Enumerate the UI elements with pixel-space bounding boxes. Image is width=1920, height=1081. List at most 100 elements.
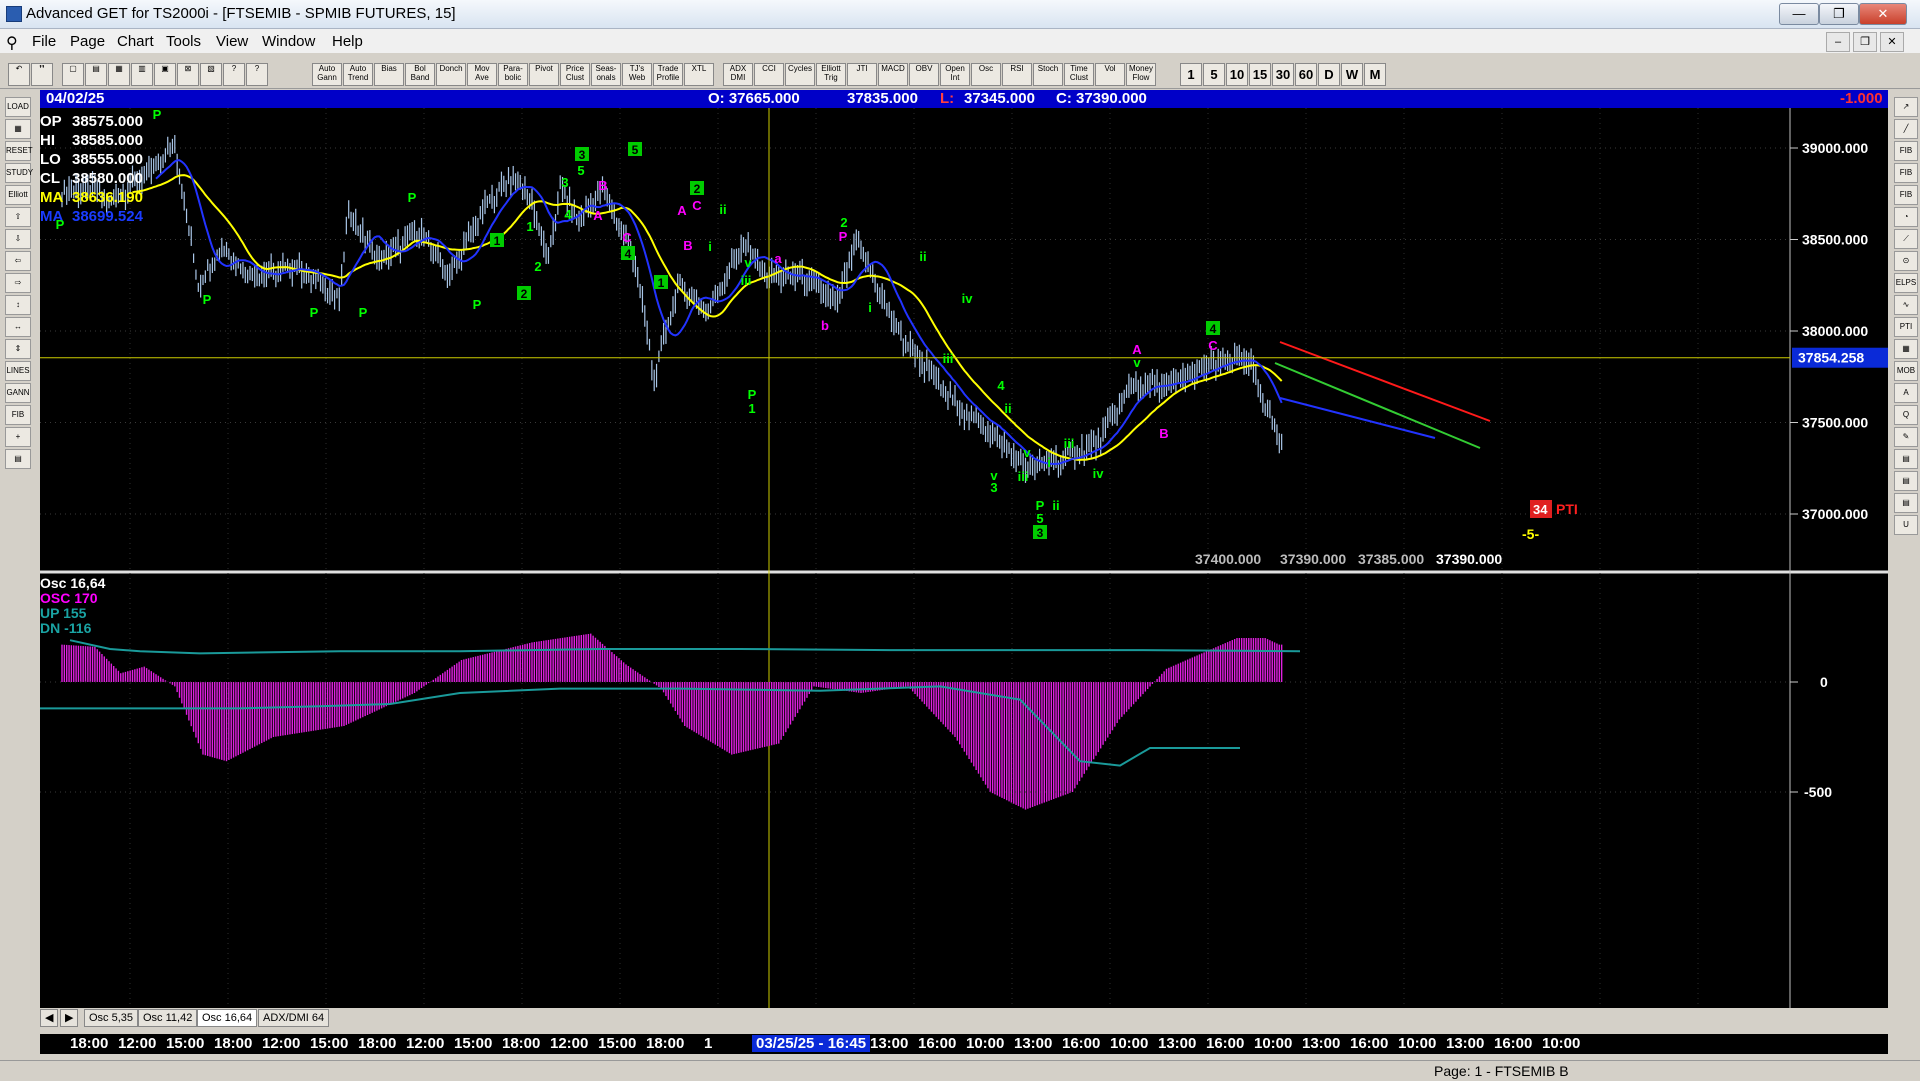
left-tool-2[interactable]: RESET (5, 141, 33, 161)
interval-button-1[interactable]: 1 (1180, 63, 1202, 86)
interval-button-30[interactable]: 30 (1272, 63, 1294, 86)
right-tool-11[interactable]: ▦ (1894, 339, 1918, 359)
right-tool-10[interactable]: PTI (1894, 317, 1918, 337)
study-button-auto-trend[interactable]: Auto Trend (343, 63, 373, 86)
right-tool-9[interactable]: ∿ (1894, 295, 1918, 315)
right-tool-16[interactable]: ▤ (1894, 449, 1918, 469)
right-tool-19[interactable]: U (1894, 515, 1918, 535)
left-tool-5[interactable]: ⇧ (5, 207, 31, 227)
right-tool-2[interactable]: FIB RET (1894, 141, 1918, 173)
left-tool-3[interactable]: STUDY (5, 163, 33, 183)
right-tool-17[interactable]: ▤ (1894, 471, 1918, 491)
study-button-xtl[interactable]: XTL (684, 63, 714, 86)
menu-file[interactable]: File (32, 33, 56, 50)
toolbar-button-1[interactable]: ❜❜ (31, 63, 53, 86)
right-tool-6[interactable]: ⟋ (1894, 229, 1918, 249)
toolbar-button-10[interactable]: ? (246, 63, 268, 86)
toolbar-button-4[interactable]: ▦ (108, 63, 130, 86)
study-button-seas-onals[interactable]: Seas- onals (591, 63, 621, 86)
maximize-button[interactable]: ❐ (1819, 3, 1859, 25)
mdi-minimize-button[interactable]: – (1826, 32, 1850, 52)
tab-scroll-right[interactable]: ▶ (60, 1009, 79, 1027)
tab-osc-5-35[interactable]: Osc 5,35 (84, 1009, 139, 1027)
left-tool-6[interactable]: ⇩ (5, 229, 31, 249)
right-tool-13[interactable]: A (1894, 383, 1918, 403)
chart-canvas[interactable]: 39000.000 38500.000 38000.000 37500.000 3700… (40, 108, 1888, 1008)
study-button-tj-s-web[interactable]: TJ's Web (622, 63, 652, 86)
right-tool-12[interactable]: MOB (1894, 361, 1918, 381)
study-button-rsi[interactable]: RSI (1002, 63, 1032, 86)
toolbar-button-9[interactable]: ? (223, 63, 245, 86)
mdi-close-button[interactable]: ✕ (1880, 32, 1904, 52)
right-tool-7[interactable]: ⊙ (1894, 251, 1918, 271)
study-button-jti[interactable]: JTI (847, 63, 877, 86)
menu-window[interactable]: Window (262, 33, 315, 50)
toolbar-button-6[interactable]: ▣ (154, 63, 176, 86)
menu-tools[interactable]: Tools (166, 33, 201, 50)
interval-button-10[interactable]: 10 (1226, 63, 1248, 86)
study-button-money-flow[interactable]: Money Flow (1126, 63, 1156, 86)
interval-button-d[interactable]: D (1318, 63, 1340, 86)
menu-view[interactable]: View (216, 33, 248, 50)
tab-osc-11-42[interactable]: Osc 11,42 (138, 1009, 198, 1027)
toolbar-button-7[interactable]: ⊠ (177, 63, 199, 86)
menu-page[interactable]: Page (70, 33, 105, 50)
interval-button-60[interactable]: 60 (1295, 63, 1317, 86)
study-button-obv[interactable]: OBV (909, 63, 939, 86)
study-button-para-bolic[interactable]: Para- bolic (498, 63, 528, 86)
left-tool-4[interactable]: Elliott (5, 185, 31, 205)
study-button-time-clust[interactable]: Time Clust (1064, 63, 1094, 86)
left-tool-1[interactable]: ▦ (5, 119, 31, 139)
right-tool-5[interactable]: ◔ (1894, 207, 1918, 227)
left-tool-0[interactable]: LOAD (5, 97, 31, 117)
left-tool-15[interactable]: + (5, 427, 31, 447)
left-tool-14[interactable]: FIB (5, 405, 31, 425)
right-tool-3[interactable]: FIB EXT (1894, 163, 1918, 195)
right-tool-1[interactable]: ╱ (1894, 119, 1918, 139)
toolbar-button-5[interactable]: ▥ (131, 63, 153, 86)
study-button-auto-gann[interactable]: Auto Gann (312, 63, 342, 86)
study-button-osc[interactable]: Osc (971, 63, 1001, 86)
right-tool-14[interactable]: Q (1894, 405, 1918, 425)
right-tool-18[interactable]: ▤ (1894, 493, 1918, 513)
study-button-cci[interactable]: CCI (754, 63, 784, 86)
interval-button-15[interactable]: 15 (1249, 63, 1271, 86)
tab-osc-16-64[interactable]: Osc 16,64 (197, 1009, 258, 1027)
study-button-donch[interactable]: Donch (436, 63, 466, 86)
tab-adx-dmi-64[interactable]: ADX/DMI 64 (258, 1009, 330, 1027)
left-tool-16[interactable]: ▤ (5, 449, 31, 469)
toolbar-button-3[interactable]: ▤ (85, 63, 107, 86)
study-button-pivot[interactable]: Pivot (529, 63, 559, 86)
study-button-elliott-trig[interactable]: Elliott Trig (816, 63, 846, 86)
mdi-restore-button[interactable]: ❐ (1853, 32, 1877, 52)
study-button-mov-ave[interactable]: Mov Ave (467, 63, 497, 86)
study-button-trade-profile[interactable]: Trade Profile (653, 63, 683, 86)
minimize-button[interactable]: — (1779, 3, 1819, 25)
toolbar-button-0[interactable]: ↶ (8, 63, 30, 86)
right-tool-8[interactable]: ELPS (1894, 273, 1918, 293)
right-tool-15[interactable]: ✎ (1894, 427, 1918, 447)
study-button-stoch[interactable]: Stoch (1033, 63, 1063, 86)
menu-chart[interactable]: Chart (117, 33, 154, 50)
close-button[interactable]: ✕ (1859, 3, 1907, 25)
interval-button-m[interactable]: M (1364, 63, 1386, 86)
left-tool-12[interactable]: LINES (5, 361, 31, 381)
study-button-bias[interactable]: Bias (374, 63, 404, 86)
interval-button-w[interactable]: W (1341, 63, 1363, 86)
study-button-adx-dmi[interactable]: ADX DMI (723, 63, 753, 86)
mdi-doc-icon[interactable]: ⚲ (6, 33, 18, 53)
right-tool-0[interactable]: ↗ (1894, 97, 1918, 117)
left-tool-9[interactable]: ↕ (5, 295, 31, 315)
left-tool-10[interactable]: ↔ (5, 317, 31, 337)
toolbar-button-2[interactable]: ▢ (62, 63, 84, 86)
chart-area[interactable]: 39000.000 38500.000 38000.000 37500.000 3700… (40, 108, 1888, 1008)
left-tool-13[interactable]: GANN (5, 383, 31, 403)
interval-button-5[interactable]: 5 (1203, 63, 1225, 86)
right-tool-4[interactable]: FIB TIME (1894, 185, 1918, 217)
tab-scroll-left[interactable]: ◀ (40, 1009, 59, 1027)
study-button-open-int[interactable]: Open Int (940, 63, 970, 86)
menu-help[interactable]: Help (332, 33, 363, 50)
left-tool-8[interactable]: ⇨ (5, 273, 31, 293)
left-tool-11[interactable]: ⇕ (5, 339, 31, 359)
left-tool-7[interactable]: ⇦ (5, 251, 31, 271)
